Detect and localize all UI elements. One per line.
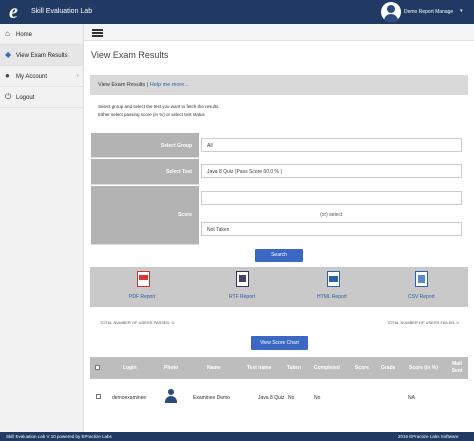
column-header-score[interactable]: Score	[355, 365, 369, 371]
select-group-label-cell: Select Group	[91, 133, 199, 158]
help-link[interactable]: Help me more...	[150, 82, 189, 88]
score-label-cell: Score	[91, 186, 199, 245]
search-button[interactable]: Search	[255, 249, 303, 262]
test-status-value: Not Taken	[207, 227, 230, 233]
user-icon: ●	[5, 71, 10, 80]
column-header-photo: Photo	[164, 365, 179, 371]
test-status-dropdown[interactable]: Not Taken	[201, 222, 462, 236]
row-checkbox[interactable]	[96, 394, 101, 399]
or-select-text: (or) select	[320, 212, 343, 218]
column-header-test-name[interactable]: Test name	[247, 365, 271, 371]
sidebar-item-label: Logout	[16, 95, 35, 101]
column-header-login[interactable]: Login	[123, 365, 137, 371]
cell-login: demoexaminee	[112, 395, 147, 401]
csv-file-icon	[415, 271, 428, 287]
panel-title: View Exam Results | Help me more...	[98, 82, 189, 88]
instruction-text: Select group and select the test you wan…	[98, 104, 220, 109]
sidebar-item-label: My Account	[16, 74, 48, 80]
chevron-left-icon: ‹	[77, 73, 79, 79]
view-score-chart-button[interactable]: View Score Chart	[251, 336, 308, 350]
power-icon: ⏻	[5, 92, 12, 101]
footer-right-text: 2016 EPractize Labs Software	[398, 434, 459, 439]
column-header-mail-sent[interactable]: Mail Sent	[450, 361, 464, 375]
score-label: Score	[178, 212, 192, 218]
select-group-dropdown[interactable]: All	[201, 138, 462, 152]
user-menu-label[interactable]: Demo Report Manage	[404, 9, 453, 15]
panel-title-text: View Exam Results	[98, 82, 146, 88]
sidebar-item-home[interactable]: ⌂ Home	[0, 24, 83, 45]
top-bar: e Skill Evaluation Lab Demo Report Manag…	[0, 0, 474, 24]
instruction-text: Either select passing score (in %) or se…	[98, 112, 205, 117]
user-avatar[interactable]	[381, 2, 401, 22]
user-menu-caret-icon[interactable]: ▾	[460, 8, 463, 14]
cell-completed: No	[314, 395, 321, 401]
pdf-report-label: PDF Report	[129, 294, 156, 300]
pdf-file-icon	[137, 271, 150, 287]
select-test-label: Select Test	[165, 169, 192, 175]
diamond-icon: ◆	[5, 50, 12, 59]
report-export-bar: PDF Report RTF Report HTML Report CSV Re…	[90, 267, 468, 307]
column-header-taken[interactable]: Taken	[287, 365, 301, 371]
sidebar-item-label: Home	[16, 32, 33, 38]
sidebar-item-view-exam-results[interactable]: ◆ View Exam Results	[0, 45, 83, 66]
select-test-value: Java 8 Quiz (Pass Score 60.0 % )	[207, 169, 283, 175]
user-photo-icon	[164, 389, 178, 403]
footer-left-text: Skill Evaluation Lab V 10 powered by EPr…	[6, 434, 112, 439]
sidebar: ⌂ Home ◆ View Exam Results ● My Account …	[0, 24, 84, 432]
score-input[interactable]	[201, 191, 462, 205]
column-header-score-pct[interactable]: Score (in %)	[409, 365, 438, 371]
html-file-icon	[327, 271, 340, 287]
column-header-name[interactable]: Name	[207, 365, 221, 371]
cell-test-name: Java 8 Quiz	[258, 395, 285, 401]
users-passed-count: TOTAL NUMBER OF USERS PASSED: 0	[100, 320, 174, 325]
column-header-grade[interactable]: Grade	[381, 365, 395, 371]
select-test-dropdown[interactable]: Java 8 Quiz (Pass Score 60.0 % )	[201, 164, 462, 178]
sidebar-item-my-account[interactable]: ● My Account ‹	[0, 66, 83, 87]
results-panel-header: View Exam Results | Help me more...	[90, 75, 468, 95]
cell-taken: No	[288, 395, 295, 401]
cell-score-pct: NA	[408, 395, 415, 401]
html-report-label: HTML Report	[317, 294, 347, 300]
select-test-label-cell: Select Test	[91, 159, 199, 185]
column-header-completed[interactable]: Completed	[314, 365, 340, 371]
content-toolbar	[84, 24, 474, 41]
select-group-label: Select Group	[160, 143, 192, 149]
sidebar-item-logout[interactable]: ⏻ Logout	[0, 87, 83, 108]
rtf-file-icon	[236, 271, 249, 287]
hamburger-menu-icon[interactable]	[92, 29, 103, 37]
select-all-checkbox[interactable]	[95, 365, 100, 370]
sidebar-item-label: View Exam Results	[16, 53, 68, 59]
page-title: View Exam Results	[91, 50, 169, 60]
home-icon: ⌂	[5, 29, 10, 38]
select-group-value: All	[207, 143, 213, 149]
app-title[interactable]: Skill Evaluation Lab	[31, 8, 92, 15]
app-logo[interactable]: e	[9, 2, 29, 22]
users-failed-count: TOTAL NUMBER OF USERS FAILED: 0	[387, 320, 459, 325]
csv-report-label: CSV Report	[408, 294, 435, 300]
results-table-header: Login Photo Name Test name Taken Complet…	[90, 357, 468, 379]
cell-name: Examinee Demo	[193, 395, 230, 401]
footer: Skill Evaluation Lab V 10 powered by EPr…	[0, 432, 474, 441]
rtf-report-label: RTF Report	[229, 294, 256, 300]
